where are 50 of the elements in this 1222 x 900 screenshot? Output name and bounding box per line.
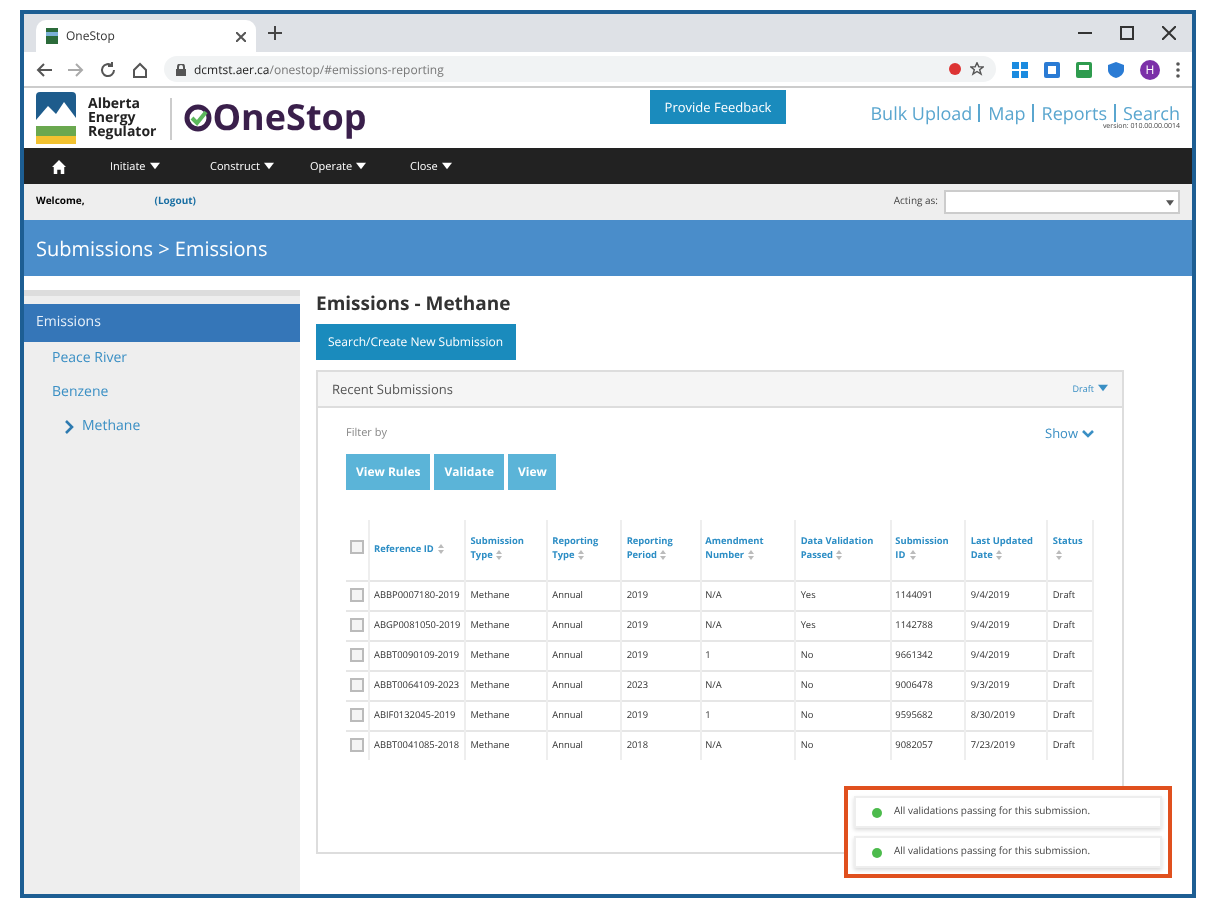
caret-icon [1166,199,1174,205]
sort-icon [660,550,667,561]
row-checkbox[interactable] [350,647,364,661]
chevron-icon [1082,430,1094,438]
sort-icon [496,550,503,561]
row-checkbox[interactable] [350,707,364,721]
sort-icon [996,550,1003,561]
caret-icon [356,162,367,170]
extension-icon[interactable] [1044,61,1060,77]
star-icon[interactable] [970,62,984,76]
minimize-icon[interactable] [1078,26,1092,40]
caret-icon [263,162,274,170]
extension-icon[interactable] [948,62,962,76]
caret-icon [149,162,160,170]
row-checkbox[interactable] [350,737,364,751]
back-icon[interactable] [36,61,52,77]
reload-icon[interactable] [100,61,116,77]
lock-icon [176,63,186,75]
shield-icon[interactable] [1108,61,1124,77]
row-checkbox[interactable] [350,617,364,631]
caret-icon [441,162,452,170]
sort-icon [836,550,843,561]
extension-icon[interactable] [1076,61,1092,77]
product-logo: OneStop [184,94,367,142]
close-icon[interactable] [236,31,246,41]
header-link[interactable]: Map [978,104,1026,122]
breadcrumb: Submissions > Emissions [24,220,1192,276]
header-link[interactable]: Search [1113,104,1180,122]
sort-icon [437,543,444,554]
sort-icon [578,550,585,561]
windows-icon[interactable] [1012,61,1028,77]
forward-icon[interactable] [68,61,84,77]
home-icon[interactable] [52,159,66,173]
row-checkbox[interactable] [350,587,364,601]
maximize-icon[interactable] [1120,26,1134,40]
header-link[interactable]: Reports [1031,104,1107,122]
caret-icon [1098,383,1108,391]
close-icon[interactable] [1162,26,1176,40]
select-all-checkbox[interactable] [350,540,364,554]
chevron-icon [64,420,74,434]
sort-icon [909,550,916,561]
sort-icon [748,550,755,561]
new-tab-icon[interactable] [268,26,282,40]
page-title: Emissions - Methane [316,290,511,316]
site-icon [46,28,58,44]
header-link[interactable]: Bulk Upload [870,104,973,122]
sort-icon [1056,550,1063,561]
row-checkbox[interactable] [350,677,364,691]
mountain-logo-icon [36,92,76,144]
home-icon[interactable] [132,61,148,77]
